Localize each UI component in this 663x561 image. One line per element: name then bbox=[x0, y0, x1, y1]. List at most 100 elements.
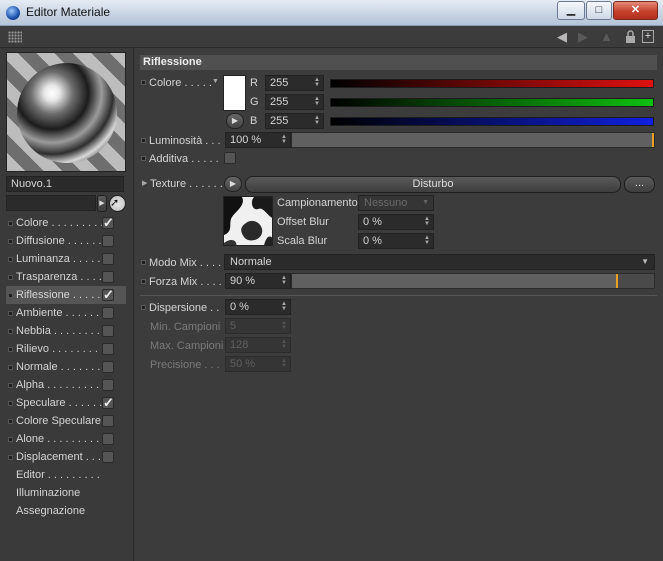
spin-arrows-icon[interactable]: ▲ ▼ bbox=[314, 96, 320, 107]
channel-item-nebbia[interactable]: Nebbia . . . . . . . . . bbox=[6, 322, 126, 340]
chevron-down-icon: ▼ bbox=[641, 257, 649, 266]
spin-arrows-icon[interactable]: ▲ ▼ bbox=[281, 134, 287, 145]
max-campioni-label: Max. Campioni bbox=[150, 340, 224, 352]
close-button[interactable]: ✕ bbox=[613, 1, 658, 20]
divider bbox=[140, 295, 657, 296]
luminosita-slider[interactable] bbox=[291, 132, 655, 148]
b-label: B bbox=[250, 115, 258, 127]
green-slider[interactable] bbox=[330, 98, 654, 107]
color-dropdown-icon[interactable]: ▼ bbox=[212, 78, 219, 85]
toolbar: ◀ ▶ ▲ + bbox=[0, 26, 663, 48]
spin-arrows-icon[interactable]: ▲ ▼ bbox=[281, 301, 287, 312]
channel-checkbox[interactable]: ✓ bbox=[102, 216, 114, 229]
texture-expand-icon[interactable]: ▶ bbox=[142, 179, 147, 187]
channel-item-trasparenza[interactable]: Trasparenza . . . . . bbox=[6, 268, 126, 286]
forza-mix-slider[interactable] bbox=[291, 273, 655, 289]
modo-mix-dropdown[interactable]: Normale ▼ bbox=[224, 254, 655, 270]
channel-item-riflessione[interactable]: Riflessione . . . . . . ✓ bbox=[6, 286, 126, 304]
channel-checkbox[interactable] bbox=[102, 361, 114, 373]
channel-dot-icon bbox=[8, 329, 13, 334]
lock-icon[interactable] bbox=[625, 30, 636, 43]
blue-slider[interactable] bbox=[330, 117, 654, 126]
channel-checkbox[interactable] bbox=[102, 325, 114, 337]
channel-item-normale[interactable]: Normale . . . . . . . . bbox=[6, 358, 126, 376]
forza-mix-field[interactable]: 90 % ▲ ▼ bbox=[225, 273, 291, 289]
title-bar[interactable]: Editor Materiale ▁ □ ✕ bbox=[0, 0, 663, 26]
channel-item-alpha[interactable]: Alpha . . . . . . . . . . bbox=[6, 376, 126, 394]
modo-mix-label: Modo Mix . . . . bbox=[149, 257, 222, 269]
channel-checkbox[interactable] bbox=[102, 343, 114, 355]
luminosita-value: 100 % bbox=[230, 134, 262, 146]
offset-blur-value: 0 % bbox=[363, 216, 382, 228]
max-campioni-field: 128 ▲ ▼ bbox=[225, 337, 291, 353]
channel-item-colore[interactable]: Colore . . . . . . . . . ✓ bbox=[6, 214, 126, 232]
spin-arrows-icon[interactable]: ▲ ▼ bbox=[424, 235, 430, 246]
channel-checkbox[interactable] bbox=[102, 235, 114, 247]
channel-item-ambiente[interactable]: Ambiente . . . . . . . bbox=[6, 304, 126, 322]
channel-label: Normale . . . . . . . . bbox=[16, 361, 107, 373]
additiva-checkbox[interactable] bbox=[224, 152, 236, 164]
texture-shader-button[interactable]: Disturbo bbox=[245, 176, 621, 193]
offset-blur-field[interactable]: 0 % ▲ ▼ bbox=[358, 214, 434, 230]
grip-icon[interactable] bbox=[8, 31, 22, 43]
scala-blur-field[interactable]: 0 % ▲ ▼ bbox=[358, 233, 434, 249]
sidebar-item-assegnazione[interactable]: Assegnazione bbox=[16, 502, 126, 520]
r-value-field[interactable]: 255 ▲ ▼ bbox=[265, 75, 324, 91]
spin-arrows-icon[interactable]: ▲ ▼ bbox=[281, 275, 287, 286]
channel-checkbox[interactable] bbox=[102, 307, 114, 319]
texture-more-button[interactable]: ... bbox=[624, 176, 655, 193]
color-swatch[interactable] bbox=[223, 75, 246, 111]
back-arrow-icon[interactable]: ◀ bbox=[557, 30, 567, 44]
new-window-icon[interactable]: + bbox=[642, 30, 654, 43]
spin-arrows-icon: ▲ ▼ bbox=[281, 320, 287, 331]
channel-checkbox[interactable] bbox=[102, 433, 114, 445]
channel-dot-icon bbox=[8, 419, 13, 424]
channel-item-luminanza[interactable]: Luminanza . . . . . . . bbox=[6, 250, 126, 268]
g-value-field[interactable]: 255 ▲ ▼ bbox=[265, 94, 324, 110]
channel-dot-icon bbox=[8, 437, 13, 442]
luminosita-field[interactable]: 100 % ▲ ▼ bbox=[225, 132, 291, 148]
window-title: Editor Materiale bbox=[26, 5, 111, 19]
channel-checkbox[interactable]: ✓ bbox=[102, 396, 114, 409]
channel-checkbox[interactable] bbox=[102, 271, 114, 283]
up-arrow-icon[interactable]: ▲ bbox=[600, 30, 613, 44]
maximize-button[interactable]: □ bbox=[586, 1, 612, 20]
material-preview[interactable] bbox=[6, 52, 126, 172]
b-value-field[interactable]: 255 ▲ ▼ bbox=[265, 113, 324, 129]
forza-mix-value: 90 % bbox=[230, 275, 256, 287]
material-link-arrow-icon[interactable]: ▶ bbox=[97, 195, 107, 212]
sidebar-item-editor[interactable]: Editor . . . . . . . . . bbox=[16, 466, 126, 484]
spin-arrows-icon[interactable]: ▲ ▼ bbox=[424, 216, 430, 227]
minimize-button[interactable]: ▁ bbox=[557, 1, 585, 20]
channel-checkbox[interactable]: ✓ bbox=[102, 288, 114, 301]
channel-item-alone[interactable]: Alone . . . . . . . . . . bbox=[6, 430, 126, 448]
texture-preview[interactable] bbox=[223, 196, 273, 246]
channel-item-rilievo[interactable]: Rilievo . . . . . . . . . bbox=[6, 340, 126, 358]
pick-cursor-icon[interactable]: ➚ bbox=[109, 195, 126, 212]
param-dot-icon bbox=[141, 279, 146, 284]
color-expand-icon[interactable]: ▶ bbox=[226, 113, 244, 129]
spin-arrows-icon[interactable]: ▲ ▼ bbox=[314, 77, 320, 88]
campionamento-dropdown[interactable]: Nessuno ▼ bbox=[358, 195, 434, 211]
channel-checkbox[interactable] bbox=[102, 451, 114, 463]
channel-item-colore-speculare[interactable]: Colore Speculare bbox=[6, 412, 126, 430]
material-name-field[interactable]: Nuovo.1 bbox=[6, 176, 124, 192]
channel-checkbox[interactable] bbox=[102, 253, 114, 265]
texture-menu-icon[interactable]: ▶ bbox=[224, 176, 242, 192]
material-link-field[interactable] bbox=[6, 195, 96, 211]
dispersione-field[interactable]: 0 % ▲ ▼ bbox=[225, 299, 291, 315]
channel-label: Colore Speculare bbox=[16, 415, 101, 427]
preview-sphere bbox=[17, 63, 117, 163]
spin-arrows-icon[interactable]: ▲ ▼ bbox=[314, 115, 320, 126]
channel-checkbox[interactable] bbox=[102, 415, 114, 427]
channel-item-displacement[interactable]: Displacement . . . . bbox=[6, 448, 126, 466]
channel-item-speculare[interactable]: Speculare . . . . . . . ✓ bbox=[6, 394, 126, 412]
red-slider[interactable] bbox=[330, 79, 654, 88]
channel-checkbox[interactable] bbox=[102, 379, 114, 391]
channel-label: Riflessione . . . . . . bbox=[16, 289, 107, 301]
forward-arrow-icon[interactable]: ▶ bbox=[578, 30, 588, 44]
min-campioni-label: Min. Campioni bbox=[150, 321, 221, 333]
modo-mix-value: Normale bbox=[230, 256, 272, 268]
channel-item-diffusione[interactable]: Diffusione . . . . . . . bbox=[6, 232, 126, 250]
sidebar-item-illuminazione[interactable]: Illuminazione bbox=[16, 484, 126, 502]
